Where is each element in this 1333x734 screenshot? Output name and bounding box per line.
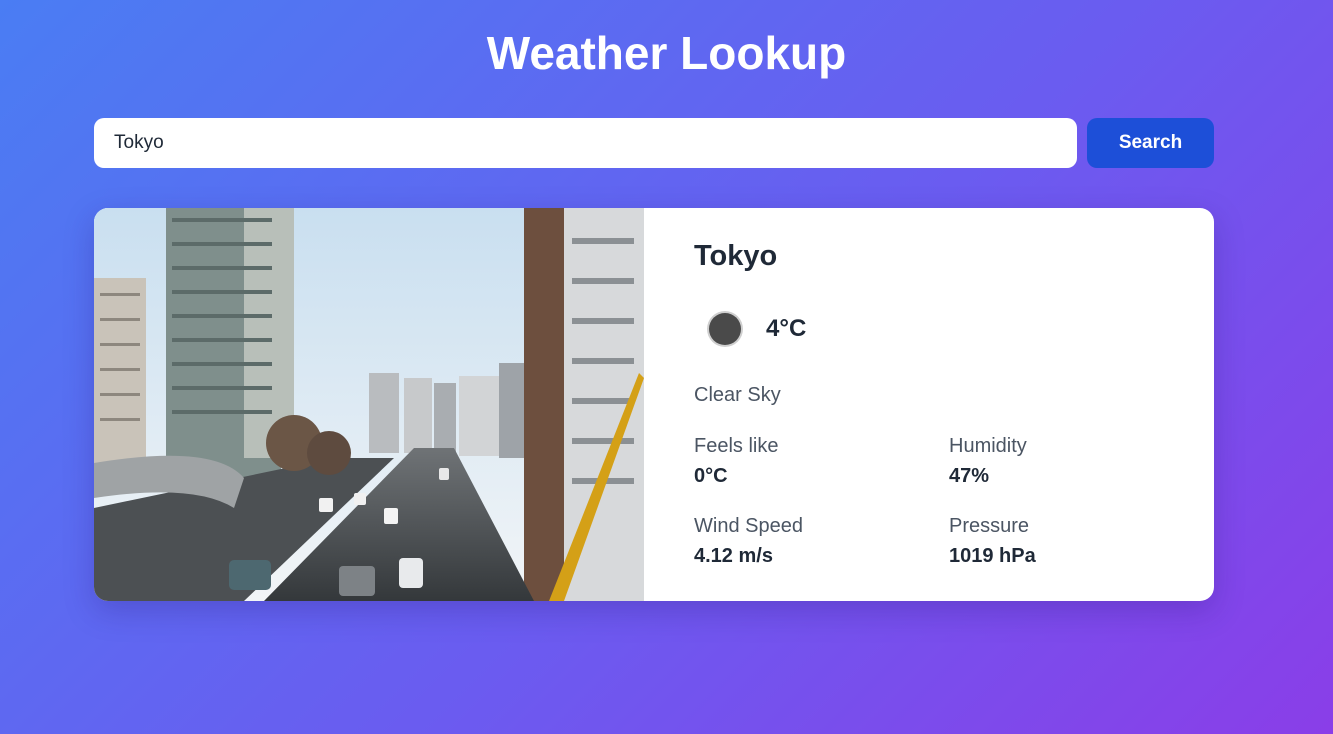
- pressure-value: 1019 hPa: [949, 545, 1036, 567]
- weather-details: Tokyo 4°C Clear Sky Feels like 0°C Humid…: [694, 208, 1174, 601]
- search-input[interactable]: [94, 118, 1077, 168]
- city-photo: [94, 208, 644, 601]
- wind-speed-stat: Wind Speed 4.12 m/s: [694, 514, 914, 568]
- temperature: 4°C: [766, 315, 807, 342]
- humidity-value: 47%: [949, 465, 990, 487]
- pressure-label: Pressure: [949, 515, 1030, 537]
- page-title: Weather Lookup: [486, 27, 847, 79]
- humidity-label: Humidity: [949, 435, 1027, 457]
- feels-like-stat: Feels like 0°C: [694, 434, 914, 488]
- weather-description: Clear Sky: [694, 384, 781, 406]
- pressure-stat: Pressure 1019 hPa: [949, 514, 1169, 568]
- feels-like-value: 0°C: [694, 465, 728, 487]
- search-button[interactable]: Search: [1087, 118, 1214, 168]
- wind-speed-label: Wind Speed: [694, 515, 803, 537]
- weather-condition-icon: [709, 313, 741, 345]
- feels-like-label: Feels like: [694, 435, 779, 457]
- city-name: Tokyo: [694, 240, 778, 272]
- weather-card: Tokyo 4°C Clear Sky Feels like 0°C Humid…: [94, 208, 1214, 601]
- search-bar: Search: [94, 118, 1214, 168]
- wind-speed-value: 4.12 m/s: [694, 545, 773, 567]
- humidity-stat: Humidity 47%: [949, 434, 1169, 488]
